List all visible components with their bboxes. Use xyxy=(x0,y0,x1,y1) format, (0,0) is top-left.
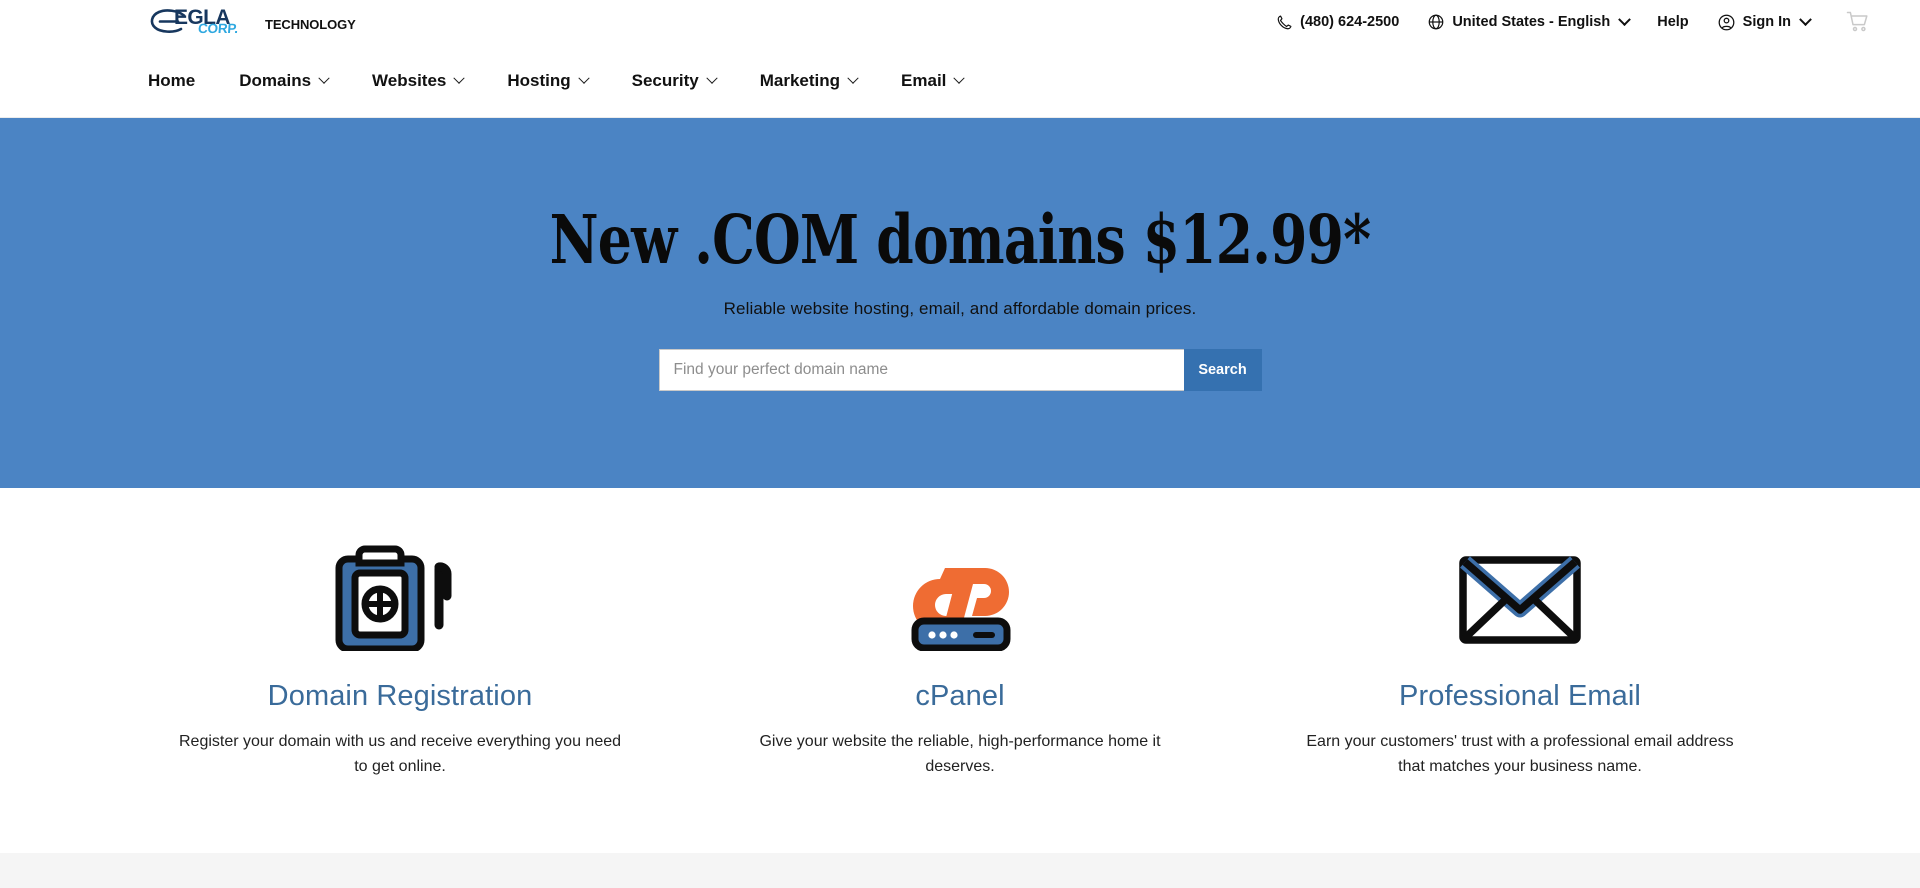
egla-corp-logo-mark: EGLA CORP. xyxy=(148,7,256,37)
domain-search-form: Search xyxy=(658,349,1262,391)
feature-description: Earn your customers' trust with a profes… xyxy=(1306,733,1734,775)
feature-description: Give your website the reliable, high-per… xyxy=(759,733,1161,775)
nav-item-marketing[interactable]: Marketing xyxy=(759,70,859,91)
feature-title: cPanel xyxy=(915,680,1005,712)
feature-description: Register your domain with us and receive… xyxy=(178,733,622,775)
nav-label: Marketing xyxy=(759,70,841,90)
chevron-down-icon xyxy=(706,72,718,84)
chevron-down-icon xyxy=(453,72,466,84)
phone-number: (480) 624-2500 xyxy=(1300,14,1400,30)
nav-item-domains[interactable]: Domains xyxy=(239,70,330,91)
feature-cpanel: cPanel Give your website the reliable, h… xyxy=(680,544,1240,779)
utility-bar: EGLA CORP. TECHNOLOGY (480) 624-2500 Uni… xyxy=(0,0,1920,44)
sign-in-label: Sign In xyxy=(1742,14,1791,30)
feature-domain-registration: Domain Registration Register your domain… xyxy=(120,544,680,779)
utility-actions: (480) 624-2500 United States - English H… xyxy=(1262,10,1880,34)
main-navigation: Home Domains Websites Hosting Security M… xyxy=(0,44,1920,118)
chevron-down-icon xyxy=(953,72,966,84)
domain-registration-icon xyxy=(335,544,465,652)
feature-title: Professional Email xyxy=(1399,680,1641,712)
nav-label: Hosting xyxy=(507,70,571,90)
cart-button[interactable] xyxy=(1824,10,1880,34)
logo-text-corp: CORP. xyxy=(197,21,239,36)
brand-logo[interactable]: EGLA CORP. TECHNOLOGY xyxy=(148,7,356,37)
locale-selector[interactable]: United States - English xyxy=(1413,12,1643,31)
sign-in-menu[interactable]: Sign In xyxy=(1703,12,1824,32)
nav-label: Email xyxy=(901,70,947,90)
nav-label: Home xyxy=(148,70,196,90)
nav-label: Security xyxy=(631,70,699,90)
chevron-down-icon xyxy=(577,72,590,84)
feature-title: Domain Registration xyxy=(267,680,533,712)
nav-item-email[interactable]: Email xyxy=(901,70,966,91)
search-button[interactable]: Search xyxy=(1183,349,1262,391)
chevron-down-icon xyxy=(1799,12,1812,26)
professional-email-icon xyxy=(1458,544,1582,652)
nav-item-websites[interactable]: Websites xyxy=(372,70,466,91)
user-account-icon xyxy=(1718,14,1735,30)
phone-link[interactable]: (480) 624-2500 xyxy=(1262,14,1413,31)
help-label: Help xyxy=(1657,14,1689,30)
hero-subtitle: Reliable website hosting, email, and aff… xyxy=(723,299,1197,318)
page-bottom-band xyxy=(0,853,1920,888)
chevron-down-icon xyxy=(318,72,330,84)
logo-text-technology: TECHNOLOGY xyxy=(265,17,356,32)
chevron-down-icon xyxy=(847,72,859,84)
locale-label: United States - English xyxy=(1452,14,1611,30)
nav-item-hosting[interactable]: Hosting xyxy=(507,70,590,91)
phone-icon xyxy=(1277,15,1292,29)
help-link[interactable]: Help xyxy=(1643,14,1702,30)
hero-banner: New .COM domains $12.99* Reliable websit… xyxy=(0,118,1920,488)
domain-search-input[interactable] xyxy=(658,349,1184,391)
features-section: Domain Registration Register your domain… xyxy=(0,488,1920,779)
feature-professional-email: Professional Email Earn your customers' … xyxy=(1240,544,1800,779)
chevron-down-icon xyxy=(1618,12,1632,26)
globe-icon xyxy=(1428,14,1444,30)
shopping-cart-icon xyxy=(1846,11,1868,32)
nav-label: Websites xyxy=(372,70,447,90)
nav-item-home[interactable]: Home xyxy=(148,71,195,91)
page-title: New .COM domains $12.99* xyxy=(549,200,1372,279)
nav-label: Domains xyxy=(239,70,312,90)
nav-item-security[interactable]: Security xyxy=(631,70,718,91)
cpanel-icon xyxy=(901,544,1019,652)
